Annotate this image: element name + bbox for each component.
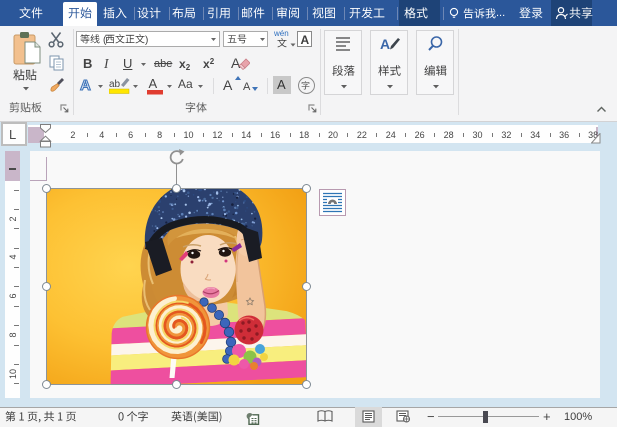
svg-text:ab: ab [109,79,121,90]
svg-text:A: A [231,55,241,71]
svg-text:A: A [223,77,233,93]
svg-text:A: A [243,81,251,93]
svg-text:A: A [80,77,91,94]
svg-text:A: A [149,76,158,91]
svg-text:A: A [380,36,390,52]
